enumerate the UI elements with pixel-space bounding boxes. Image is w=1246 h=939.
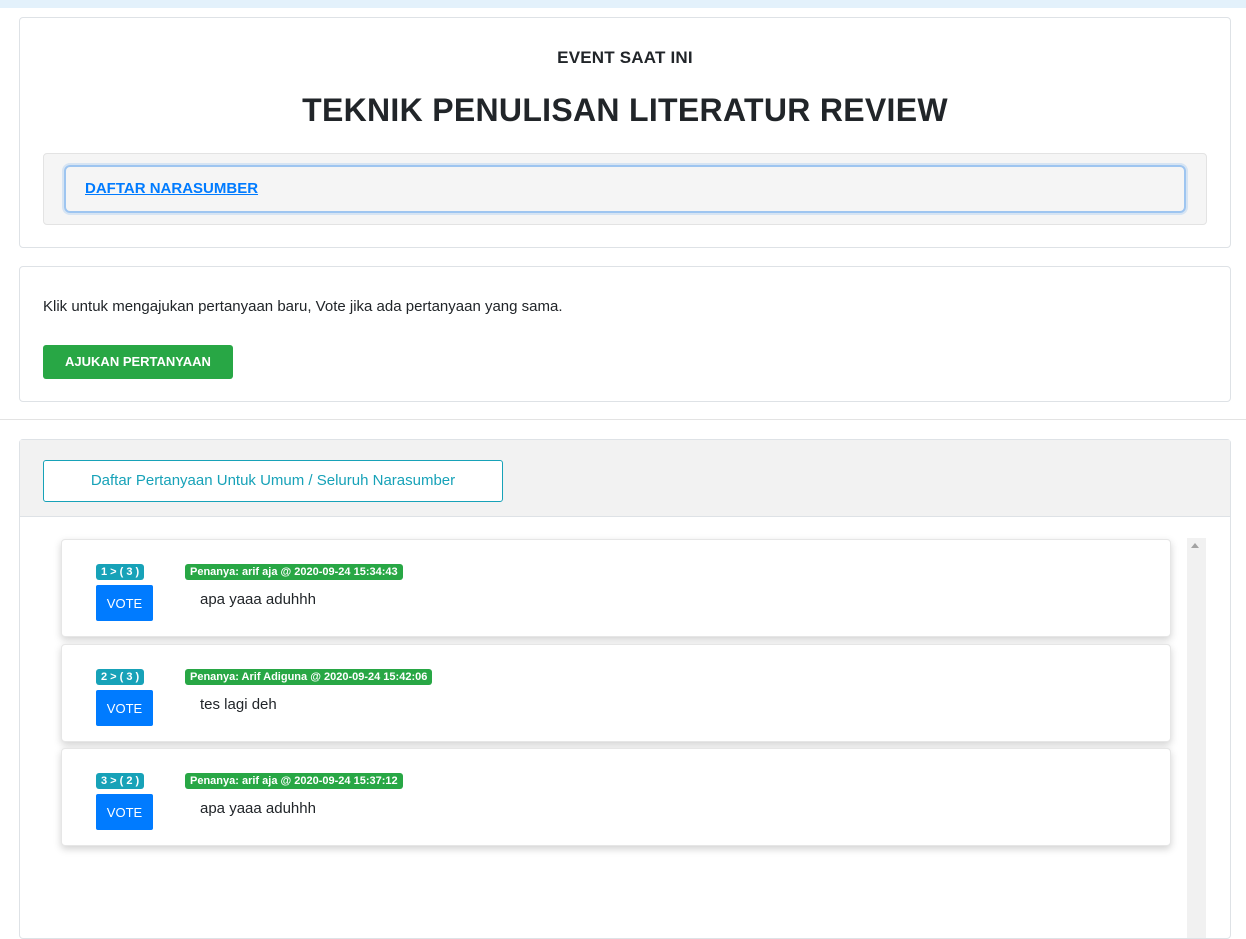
ask-question-card: Klik untuk mengajukan pertanyaan baru, V… [19,266,1231,402]
question-list-scrollbar[interactable] [1187,538,1206,938]
asker-badge: Penanya: arif aja @ 2020-09-24 15:37:12 [185,773,403,789]
list-item: 3 > ( 2 ) VOTE Penanya: arif aja @ 2020-… [61,748,1171,846]
current-event-card: EVENT SAAT INI TEKNIK PENULISAN LITERATU… [19,17,1231,248]
questions-panel-header: Daftar Pertanyaan Untuk Umum / Seluruh N… [20,440,1230,517]
top-stripe [0,0,1246,8]
event-title: TEKNIK PENULISAN LITERATUR REVIEW [302,92,948,128]
vote-button[interactable]: VOTE [96,585,153,621]
asker-badge: Penanya: arif aja @ 2020-09-24 15:34:43 [185,564,403,580]
ask-question-button[interactable]: AJUKAN PERTANYAAN [43,345,233,379]
asker-badge: Penanya: Arif Adiguna @ 2020-09-24 15:42… [185,669,433,685]
question-rank-badge: 1 > ( 3 ) [96,564,145,580]
section-divider [0,419,1246,420]
speaker-list-well: DAFTAR NARASUMBER [43,153,1207,225]
vote-button[interactable]: VOTE [96,690,153,726]
tab-public-questions[interactable]: Daftar Pertanyaan Untuk Umum / Seluruh N… [43,460,503,502]
speaker-list-link[interactable]: DAFTAR NARASUMBER [85,180,258,197]
question-rank-badge: 2 > ( 3 ) [96,669,145,685]
ask-instruction: Klik untuk mengajukan pertanyaan baru, V… [43,298,563,315]
list-item: 2 > ( 3 ) VOTE Penanya: Arif Adiguna @ 2… [61,644,1171,742]
question-rank-badge: 3 > ( 2 ) [96,773,145,789]
question-text: apa yaaa aduhhh [200,591,316,608]
event-label: EVENT SAAT INI [557,48,693,67]
question-text: tes lagi deh [200,696,277,713]
question-text: apa yaaa aduhhh [200,800,316,817]
scroll-up-arrow-icon[interactable] [1191,543,1199,548]
speaker-list-toggle[interactable]: DAFTAR NARASUMBER [64,165,1186,213]
vote-button[interactable]: VOTE [96,794,153,830]
list-item: 1 > ( 3 ) VOTE Penanya: arif aja @ 2020-… [61,539,1171,637]
questions-panel: Daftar Pertanyaan Untuk Umum / Seluruh N… [19,439,1231,939]
